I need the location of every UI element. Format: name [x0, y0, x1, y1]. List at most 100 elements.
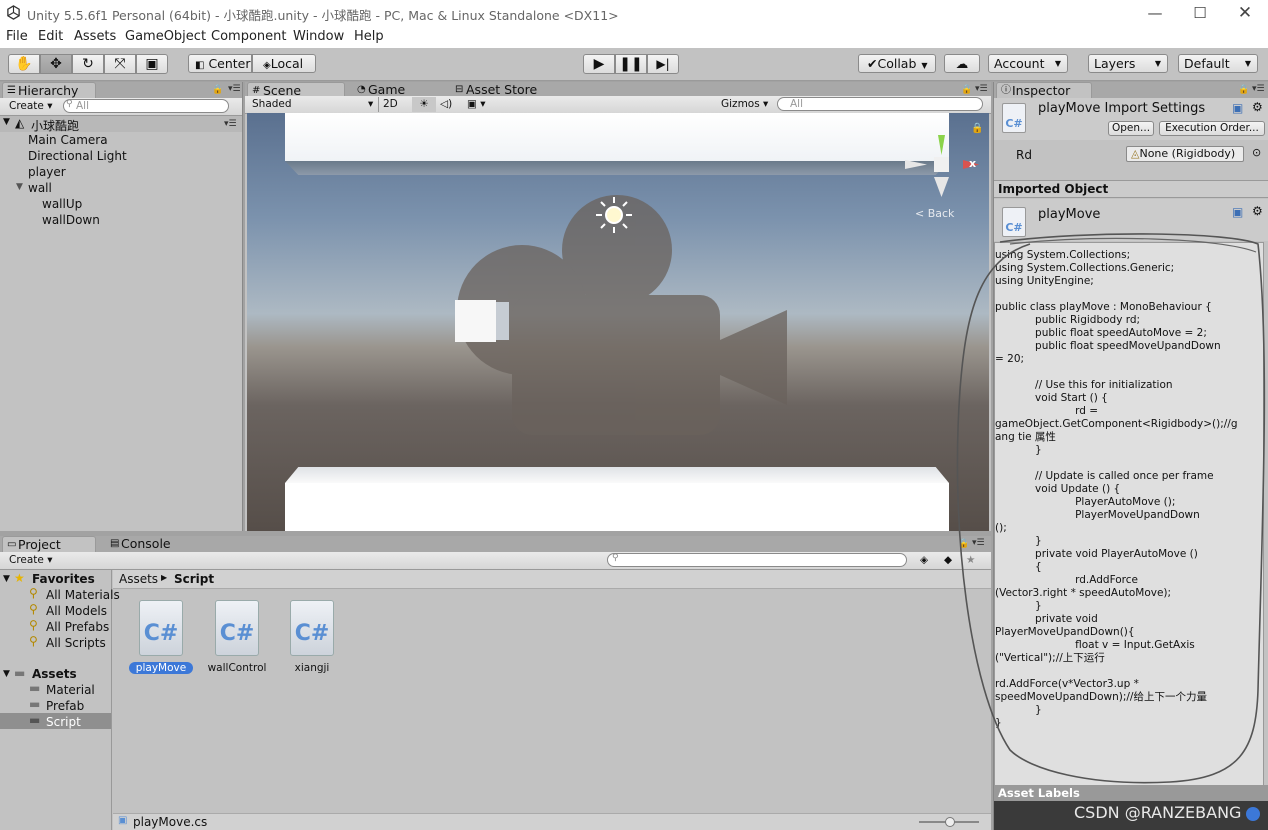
rotate-tool-icon[interactable]: ↻: [72, 54, 104, 74]
scene-menu-icon[interactable]: ▾☰: [224, 119, 237, 129]
layers-dropdown[interactable]: Layers ▼: [1088, 54, 1168, 73]
close-icon[interactable]: ✕: [1225, 2, 1265, 24]
open-button[interactable]: Open...: [1108, 121, 1154, 136]
panel-menu-icon[interactable]: ▾☰: [228, 84, 241, 94]
hierarchy-item-player[interactable]: player: [28, 165, 66, 179]
project-search-input[interactable]: [607, 553, 907, 567]
hierarchy-search-input[interactable]: All: [63, 99, 229, 113]
step-icon[interactable]: ▶|: [647, 54, 679, 74]
lock-icon[interactable]: 🔒: [961, 85, 972, 95]
object-picker-icon[interactable]: ⊙: [1252, 146, 1261, 159]
toggle-2d-button[interactable]: 2D: [378, 97, 403, 112]
filter-label-icon[interactable]: ◆: [944, 553, 952, 568]
menu-edit[interactable]: Edit: [38, 29, 63, 44]
code-line: public float speedAutoMove = 2;: [995, 327, 1207, 339]
help-book-icon[interactable]: ▣: [1232, 205, 1243, 219]
asset-playmove[interactable]: C# playMove: [126, 600, 196, 674]
layout-dropdown[interactable]: Default ▼: [1178, 54, 1258, 73]
scene-row[interactable]: ▼ ◭ 小球酷跑 ▾☰: [0, 116, 242, 133]
rect-tool-icon[interactable]: ▣: [136, 54, 168, 74]
menu-gameobject[interactable]: GameObject: [125, 29, 206, 44]
code-line: // Update is called once per frame: [995, 470, 1214, 482]
folder-material[interactable]: Material: [46, 683, 95, 697]
code-line: }: [995, 704, 1042, 716]
scene-viewport[interactable]: x 🔒 < Back: [247, 113, 989, 531]
hierarchy-item-main-camera[interactable]: Main Camera: [28, 133, 108, 147]
collab-dropdown[interactable]: ✔Collab ▼: [858, 54, 936, 73]
slider-handle[interactable]: [945, 817, 955, 827]
tab-project[interactable]: ▭ Project: [2, 536, 96, 553]
rigidbody-object-field[interactable]: ◬None (Rigidbody): [1126, 146, 1244, 162]
tab-inspector[interactable]: ⓘ Inspector: [996, 82, 1092, 99]
hierarchy-item-directional-light[interactable]: Directional Light: [28, 149, 127, 163]
hierarchy-item-walldown[interactable]: wallDown: [42, 213, 100, 227]
lock-icon[interactable]: 🔒: [958, 539, 969, 549]
tab-hierarchy[interactable]: ☰ Hierarchy: [2, 82, 96, 99]
foldout-open-icon[interactable]: ▼: [3, 669, 10, 679]
layout-label: Default: [1184, 56, 1230, 71]
favorite-star-icon[interactable]: ★: [966, 553, 975, 568]
lighting-icon[interactable]: ☀: [412, 97, 436, 112]
panel-menu-icon[interactable]: ▾☰: [972, 538, 985, 548]
account-dropdown[interactable]: Account ▼: [988, 54, 1068, 73]
pivot-center-button[interactable]: ◧ Center: [188, 54, 252, 73]
folder-script[interactable]: Script: [46, 715, 81, 729]
lock-icon[interactable]: 🔒: [971, 123, 983, 134]
shading-dropdown[interactable]: Shaded ▾: [252, 97, 373, 112]
foldout-open-icon[interactable]: ▼: [16, 182, 23, 192]
menu-assets[interactable]: Assets: [74, 29, 116, 44]
hierarchy-item-wall[interactable]: wall: [28, 181, 52, 195]
asset-labels-title: Asset Labels: [998, 786, 1080, 800]
help-book-icon[interactable]: ▣: [1232, 101, 1243, 115]
scale-tool-icon[interactable]: ⤧: [104, 54, 136, 74]
foldout-open-icon[interactable]: ▼: [3, 117, 10, 127]
assets-folder-label[interactable]: Assets: [32, 667, 77, 681]
sun-light-icon[interactable]: [594, 195, 634, 235]
scene-search-input[interactable]: All: [777, 97, 983, 111]
lock-icon[interactable]: 🔒: [1238, 85, 1249, 95]
panel-menu-icon[interactable]: ▾☰: [975, 84, 988, 94]
move-tool-icon[interactable]: ✥: [40, 54, 72, 74]
favorite-all-prefabs[interactable]: All Prefabs: [46, 620, 109, 634]
folder-prefab[interactable]: Prefab: [46, 699, 84, 713]
hand-tool-icon[interactable]: ✋: [8, 54, 40, 74]
panel-menu-icon[interactable]: ▾☰: [1252, 84, 1265, 94]
favorite-all-scripts[interactable]: All Scripts: [46, 636, 106, 650]
player-cube-object[interactable]: [455, 300, 496, 342]
asset-label: xiangji: [294, 662, 330, 674]
favorite-all-models[interactable]: All Models: [46, 604, 107, 618]
tab-console[interactable]: ▤ Console: [106, 536, 186, 553]
favorite-all-materials[interactable]: All Materials: [46, 588, 120, 602]
play-icon[interactable]: ▶: [583, 54, 615, 74]
project-create-dropdown[interactable]: Create ▾: [9, 553, 53, 568]
menu-window[interactable]: Window: [293, 29, 344, 44]
execution-order-button[interactable]: Execution Order...: [1159, 121, 1265, 136]
minimize-icon[interactable]: —: [1135, 2, 1175, 24]
hierarchy-tab-label: Hierarchy: [18, 83, 79, 98]
wall-down-object[interactable]: [285, 483, 949, 531]
unity-editor-window: Unity 5.5.6f1 Personal (64bit) - 小球酷跑.un…: [0, 0, 1268, 830]
breadcrumb-assets[interactable]: Assets: [119, 572, 158, 586]
maximize-icon[interactable]: ☐: [1180, 2, 1220, 24]
gizmos-dropdown[interactable]: Gizmos ▾: [721, 97, 768, 112]
back-view-label[interactable]: < Back: [915, 207, 954, 220]
asset-xiangji[interactable]: C# xiangji: [277, 600, 347, 674]
menu-help[interactable]: Help: [354, 29, 384, 44]
cloud-icon[interactable]: ☁: [944, 54, 980, 73]
menu-component[interactable]: Component: [211, 29, 286, 44]
hierarchy-create-dropdown[interactable]: Create ▾: [9, 99, 53, 114]
breadcrumb-script[interactable]: Script: [174, 572, 214, 586]
filter-type-icon[interactable]: ◈: [920, 553, 928, 568]
audio-icon[interactable]: ◁): [440, 97, 452, 112]
asset-wallcontrol[interactable]: C# wallControl: [202, 600, 272, 674]
foldout-open-icon[interactable]: ▼: [3, 574, 10, 584]
wall-up-object[interactable]: [285, 113, 949, 161]
effects-icon[interactable]: ▣ ▾: [467, 97, 486, 112]
lock-icon[interactable]: 🔒: [212, 85, 223, 95]
pause-icon[interactable]: ❚❚: [615, 54, 647, 74]
gear-icon[interactable]: ⚙: [1252, 204, 1263, 218]
hierarchy-item-wallup[interactable]: wallUp: [42, 197, 82, 211]
gear-icon[interactable]: ⚙: [1252, 100, 1263, 114]
menu-file[interactable]: File: [6, 29, 28, 44]
pivot-local-button[interactable]: ◈Local: [252, 54, 316, 73]
